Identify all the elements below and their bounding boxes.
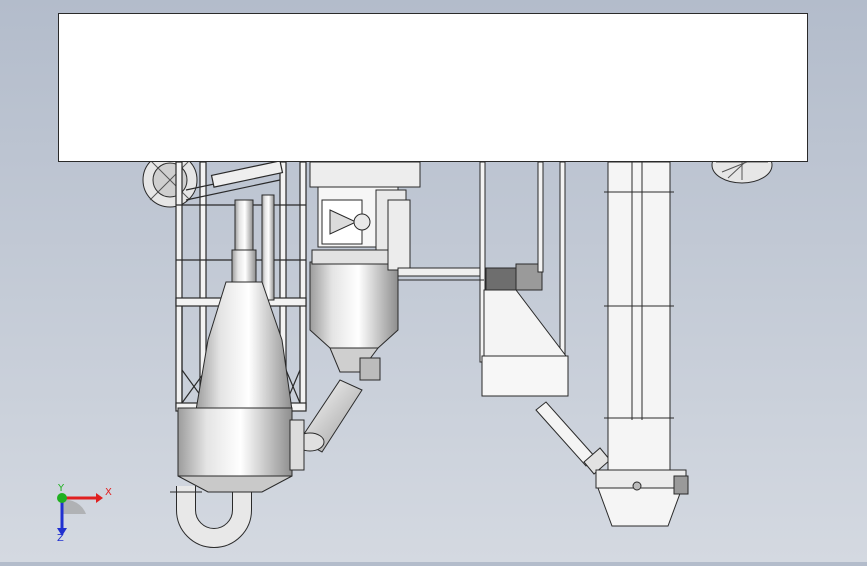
discharge-chute: [535, 401, 611, 475]
triad-shadow-icon: [62, 499, 86, 514]
y-axis-icon: [57, 493, 67, 503]
bucket-elevator: [595, 161, 689, 527]
y-axis-label: Y: [58, 483, 65, 494]
x-axis-label: X: [105, 487, 112, 498]
3d-viewport[interactable]: X Y Z: [0, 0, 867, 562]
coordinate-triad: X Y Z: [46, 484, 116, 544]
overlay-panel: [58, 13, 808, 162]
u-pipe: [176, 486, 252, 548]
hopper-bin: [481, 289, 569, 397]
z-axis-label: Z: [57, 533, 64, 544]
